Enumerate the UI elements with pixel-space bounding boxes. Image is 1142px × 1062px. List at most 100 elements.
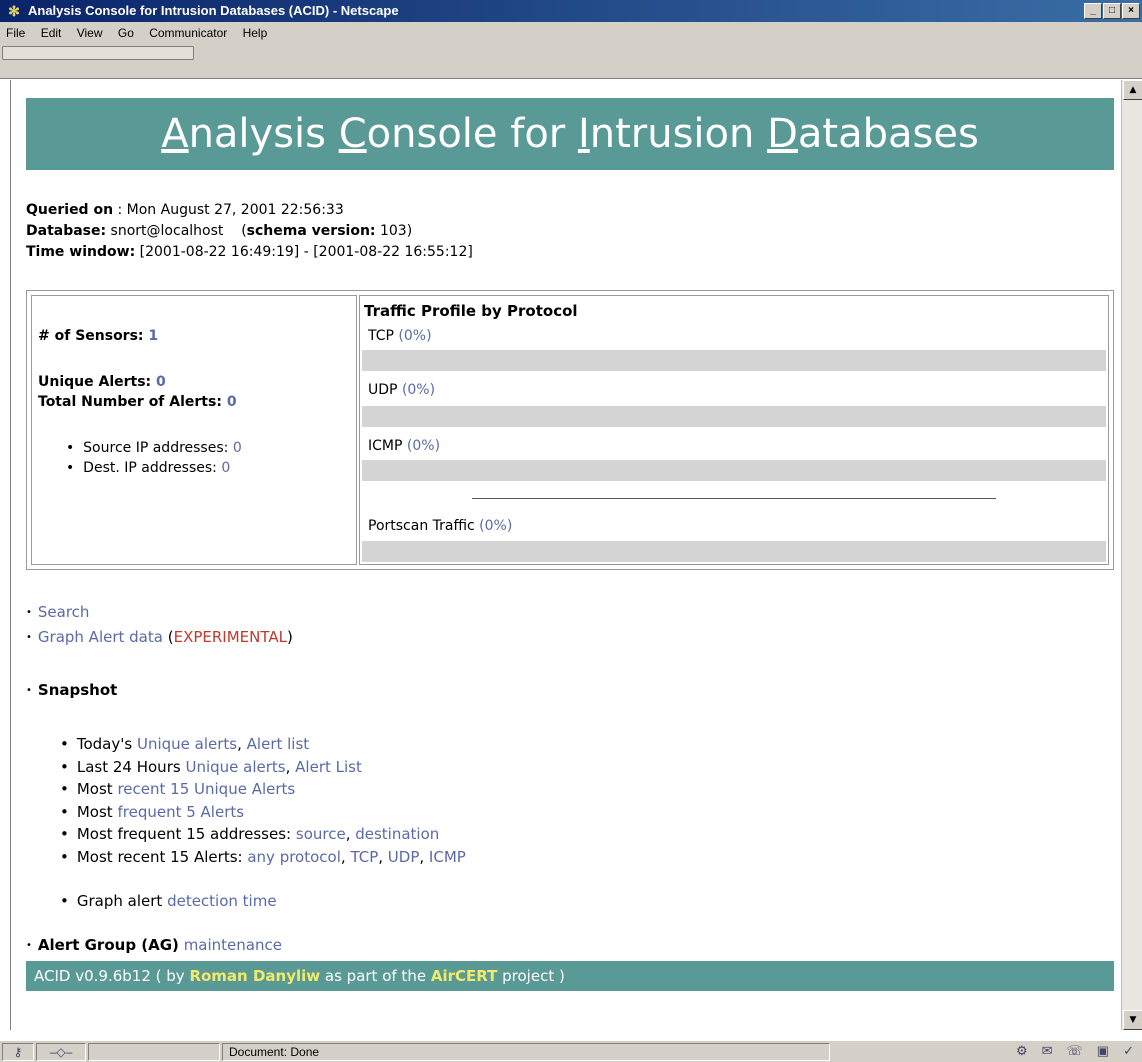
minimize-button[interactable]: _ [1084, 3, 1102, 19]
list-item: • Most recent 15 Alerts: any protocol, TC… [60, 847, 466, 866]
composer-icon[interactable]: ▣ [1097, 1043, 1109, 1059]
list-item: • Source IP addresses: 0 [66, 440, 242, 456]
udp-link[interactable]: UDP [388, 848, 420, 866]
aircert-link[interactable]: AirCERT [431, 967, 498, 985]
navigation-links: • Search • Graph Alert data (EXPERIMENTAL)… [26, 600, 293, 703]
status-bar: ⚷ –◇– Document: Done ⚙ ✉ ☏ ▣ ✓ [0, 1040, 1142, 1062]
time-window-line: Time window: [2001-08-22 16:49:19] - [20… [26, 242, 473, 263]
window-title: Analysis Console for Intrusion Databases… [28, 3, 399, 18]
bullet-icon: • [60, 825, 69, 843]
bullet-icon: • [26, 632, 32, 643]
alert-group-item: • Alert Group (AG) maintenance [26, 936, 282, 954]
bullet-icon: • [60, 780, 69, 798]
any-protocol-link[interactable]: any protocol [247, 848, 341, 866]
bullet-icon: • [60, 757, 69, 776]
page-title-banner: Analysis Console for Intrusion Databases [26, 98, 1114, 170]
sensors-label: # of Sensors: [38, 328, 144, 344]
netscape-app-icon: ✻ [8, 3, 20, 19]
icmp-pct-link[interactable]: (0%) [407, 438, 440, 454]
footer-prefix: ACID v0.9.6b12 ( by [34, 967, 185, 985]
menu-file[interactable]: File [6, 26, 25, 40]
window-controls: _ □ × [1083, 3, 1140, 19]
author-link[interactable]: Roman Danyliw [189, 967, 320, 985]
list-item: • Graph alert detection time [60, 890, 466, 913]
search-link[interactable]: Search [38, 603, 90, 621]
experimental-label: EXPERIMENTAL [173, 628, 287, 646]
list-item: • Most frequent 5 Alerts [60, 801, 466, 824]
alert-stats: # of Sensors: 1 Unique Alerts: 0 Total N… [31, 295, 357, 565]
recent-unique-link[interactable]: recent 15 Unique Alerts [117, 780, 295, 798]
progress-cell [88, 1043, 220, 1061]
udp-label: UDP [368, 382, 398, 398]
menu-view[interactable]: View [77, 26, 103, 40]
today-list-link[interactable]: Alert list [247, 735, 310, 753]
dest-addr-link[interactable]: destination [355, 825, 439, 843]
connection-icon: –◇– [36, 1043, 86, 1061]
mail-icon[interactable]: ✉ [1042, 1043, 1053, 1059]
check-icon[interactable]: ✓ [1123, 1043, 1134, 1059]
sensors-link[interactable]: 1 [148, 328, 158, 344]
menu-go[interactable]: Go [118, 26, 134, 40]
bullet-icon: • [60, 735, 69, 753]
source-addr-link[interactable]: source [296, 825, 346, 843]
database-line: Database: snort@localhost (schema versio… [26, 221, 473, 242]
today-unique-link[interactable]: Unique alerts [137, 735, 237, 753]
maintenance-link[interactable]: maintenance [184, 936, 282, 954]
dst-label: Dest. IP addresses: [83, 460, 217, 476]
portscan-bar [362, 541, 1106, 562]
scroll-up-icon[interactable]: ▲ [1123, 80, 1142, 100]
tcp-bar [362, 350, 1106, 371]
udp-row: UDP (0%) [368, 382, 435, 398]
list-item: • Most recent 15 Unique Alerts [60, 778, 466, 801]
close-button[interactable]: × [1122, 3, 1140, 19]
page-footer: ACID v0.9.6b12 ( by Roman Danyliw as par… [26, 961, 1114, 991]
time-label: Time window: [26, 244, 136, 260]
detection-time-link[interactable]: detection time [167, 892, 277, 910]
icmp-bar [362, 460, 1106, 481]
discussion-icon[interactable]: ☏ [1067, 1043, 1083, 1059]
component-bar: ⚙ ✉ ☏ ▣ ✓ [1016, 1043, 1134, 1059]
recent15-prefix: Most recent 15 Alerts: [76, 847, 243, 866]
tcp-link[interactable]: TCP [350, 848, 378, 866]
snapshot-title: Snapshot [37, 681, 118, 699]
frequent-alerts-link[interactable]: frequent 5 Alerts [117, 803, 244, 821]
security-icon[interactable]: ⚷ [2, 1043, 34, 1061]
tcp-row: TCP (0%) [368, 328, 432, 344]
menu-help[interactable]: Help [243, 26, 268, 40]
unique-alerts-link[interactable]: 0 [156, 374, 166, 390]
source-ip-link[interactable]: 0 [233, 440, 242, 456]
tcp-pct-link[interactable]: (0%) [398, 328, 431, 344]
graph-alert-link[interactable]: Graph Alert data [38, 628, 163, 646]
list-item: • Dest. IP addresses: 0 [66, 460, 231, 476]
list-item: • Last 24 Hours Unique alerts, Alert List [60, 757, 362, 776]
recent-prefix: Most [76, 780, 113, 798]
alert-group-label: Alert Group (AG) [37, 936, 179, 954]
title-segment: onsole for [366, 111, 578, 157]
last24-list-link[interactable]: Alert List [295, 758, 362, 776]
portscan-pct-link[interactable]: (0%) [479, 518, 512, 534]
title-segment: atabases [797, 111, 979, 157]
dest-ip-link[interactable]: 0 [221, 460, 230, 476]
menu-communicator[interactable]: Communicator [149, 26, 227, 40]
summary-panel: # of Sensors: 1 Unique Alerts: 0 Total N… [26, 290, 1114, 570]
scroll-down-icon[interactable]: ▼ [1123, 1010, 1142, 1030]
menu-edit[interactable]: Edit [41, 26, 62, 40]
toolbar-grip[interactable] [2, 46, 194, 60]
total-label: Total Number of Alerts: [38, 394, 222, 410]
traffic-profile-title: Traffic Profile by Protocol [364, 302, 578, 320]
bullet-icon: • [26, 685, 32, 696]
navigator-icon[interactable]: ⚙ [1016, 1043, 1028, 1059]
icmp-link[interactable]: ICMP [429, 848, 466, 866]
schema-value: 103) [375, 223, 413, 239]
vertical-scrollbar[interactable]: ▲ ▼ [1121, 80, 1142, 1030]
udp-pct-link[interactable]: (0%) [402, 382, 435, 398]
title-letter: D [767, 111, 798, 157]
title-letter: C [338, 111, 367, 157]
total-alerts-link[interactable]: 0 [227, 394, 237, 410]
snapshot-list: • Today's Unique alerts, Alert list • Last… [60, 733, 466, 913]
maximize-button[interactable]: □ [1103, 3, 1121, 19]
freq-prefix: Most [76, 802, 113, 821]
last24-unique-link[interactable]: Unique alerts [185, 758, 285, 776]
total-alerts-stat: Total Number of Alerts: 0 [38, 394, 237, 410]
